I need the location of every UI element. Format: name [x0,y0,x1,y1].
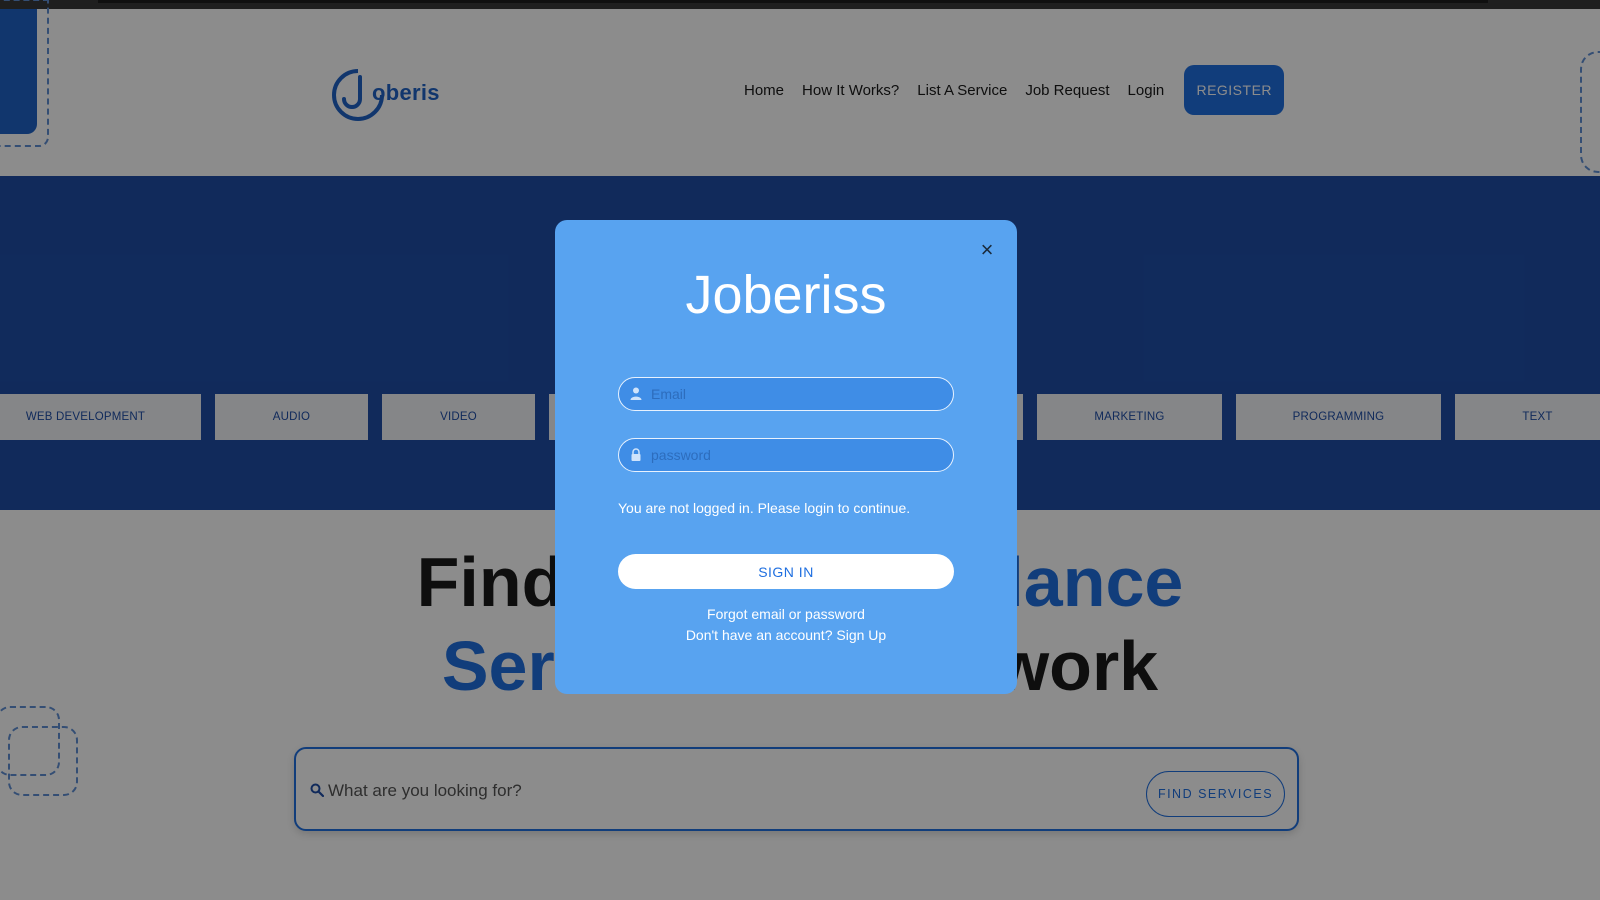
password-input[interactable] [651,439,941,470]
user-icon [630,387,642,400]
password-field [618,438,954,472]
email-field [618,377,954,411]
sign-up-link[interactable]: Don't have an account? Sign Up [686,627,886,643]
forgot-link-row: Forgot email or password [555,606,1017,622]
login-notice: You are not logged in. Please login to c… [618,500,911,516]
lock-icon [631,448,641,461]
signup-link-row: Don't have an account? Sign Up [555,627,1017,643]
login-modal: × Joberiss You are not logged in. Please… [555,220,1017,694]
forgot-password-link[interactable]: Forgot email or password [707,606,865,622]
email-input[interactable] [651,378,941,409]
modal-title: Joberiss [685,265,887,325]
close-icon[interactable]: × [977,239,997,261]
sign-in-button[interactable]: SIGN IN [618,554,954,589]
